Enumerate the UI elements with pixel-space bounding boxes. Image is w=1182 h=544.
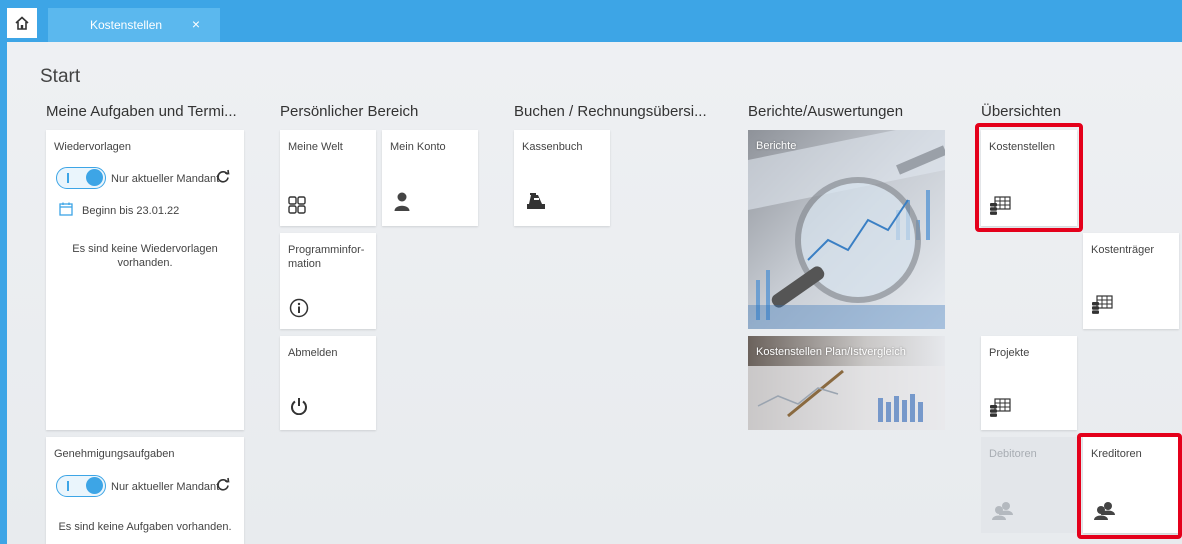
tile-label: Meine Welt [288, 141, 343, 153]
toggle-track-mark [67, 481, 69, 491]
tile-label: Debitoren [989, 448, 1037, 460]
tile-abmelden[interactable]: Abmelden [280, 336, 376, 430]
mandant-toggle[interactable] [56, 475, 106, 497]
tile-label: Kassenbuch [522, 141, 583, 153]
power-icon [290, 397, 308, 420]
wiedervorlagen-panel: Wiedervorlagen Nur aktueller Mandant Beg… [46, 130, 244, 430]
tile-label: Kostenträger [1091, 244, 1154, 256]
refresh-icon[interactable] [216, 477, 230, 496]
wiedervorlagen-empty-message: Es sind keine Wiedervorlagen vorhanden. [46, 242, 244, 270]
grid-icon [288, 196, 306, 219]
table-database-icon [989, 398, 1011, 423]
refresh-icon[interactable] [216, 169, 230, 188]
tile-kostentraeger[interactable]: Kostenträger [1083, 233, 1179, 329]
mandant-toggle[interactable] [56, 167, 106, 189]
genehmigung-empty-message: Es sind keine Aufgaben vorhanden. [58, 521, 232, 533]
users-icon [991, 501, 1015, 526]
tile-label-line2: mation [288, 258, 322, 270]
table-database-icon [1091, 295, 1113, 320]
tile-programminformation[interactable]: Programminfor- mation [280, 233, 376, 329]
highlight-box-kreditoren [1077, 433, 1182, 539]
user-icon [394, 192, 410, 217]
tile-label-line1: Programminfor- [288, 244, 365, 256]
toggle-track-mark [67, 173, 69, 183]
tile-debitoren: Debitoren [981, 437, 1077, 533]
empty-message-line2: vorhanden. [117, 257, 173, 269]
tile-label: Abmelden [288, 347, 338, 359]
tile-label: Projekte [989, 347, 1030, 359]
tile-berichte[interactable]: Berichte [748, 130, 945, 329]
toggle-label: Nur aktueller Mandant [111, 481, 220, 493]
home-button[interactable] [7, 8, 37, 38]
left-accent-bar [0, 0, 7, 544]
empty-message-line1: Es sind keine Wiedervorlagen [72, 243, 218, 255]
toggle-label: Nur aktueller Mandant [111, 173, 220, 185]
tile-label: Berichte [756, 140, 797, 152]
close-icon[interactable]: × [192, 16, 200, 32]
calendar-icon[interactable] [59, 202, 73, 221]
tab-kostenstellen[interactable]: Kostenstellen × [48, 8, 220, 42]
date-filter-label[interactable]: Beginn bis 23.01.22 [82, 205, 179, 217]
magnifier-report-image [748, 130, 945, 329]
toggle-knob [86, 169, 103, 186]
genehmigung-panel: Genehmigungsaufgaben Nur aktueller Manda… [46, 437, 244, 544]
tile-label: Mein Konto [390, 141, 446, 153]
highlight-box-kostenstellen [975, 123, 1083, 232]
tile-mein-konto[interactable]: Mein Konto [382, 130, 478, 226]
tile-label: Kostenstellen Plan/Istvergleich [756, 346, 906, 358]
column-title-buchen: Buchen / Rechnungsübersi... [514, 103, 707, 120]
tile-kassenbuch[interactable]: Kassenbuch [514, 130, 610, 226]
tile-projekte[interactable]: Projekte [981, 336, 1077, 430]
cash-register-icon [526, 192, 546, 215]
genehmigung-title: Genehmigungsaufgaben [54, 448, 175, 460]
column-title-aufgaben: Meine Aufgaben und Termi... [46, 103, 237, 120]
column-title-berichte: Berichte/Auswertungen [748, 103, 904, 120]
tile-plan-istvergleich[interactable]: Kostenstellen Plan/Istvergleich [748, 336, 945, 430]
tile-label: Programminfor- mation [288, 243, 364, 271]
tab-label: Kostenstellen [90, 18, 163, 32]
tile-meine-welt[interactable]: Meine Welt [280, 130, 376, 226]
column-title-uebersichten: Übersichten [981, 103, 1062, 120]
toggle-knob [86, 477, 103, 494]
wiedervorlagen-title: Wiedervorlagen [54, 141, 132, 153]
page-title: Start [40, 66, 81, 87]
home-icon [15, 16, 29, 30]
column-title-persoenlich: Persönlicher Bereich [280, 103, 419, 120]
info-icon [289, 298, 309, 323]
